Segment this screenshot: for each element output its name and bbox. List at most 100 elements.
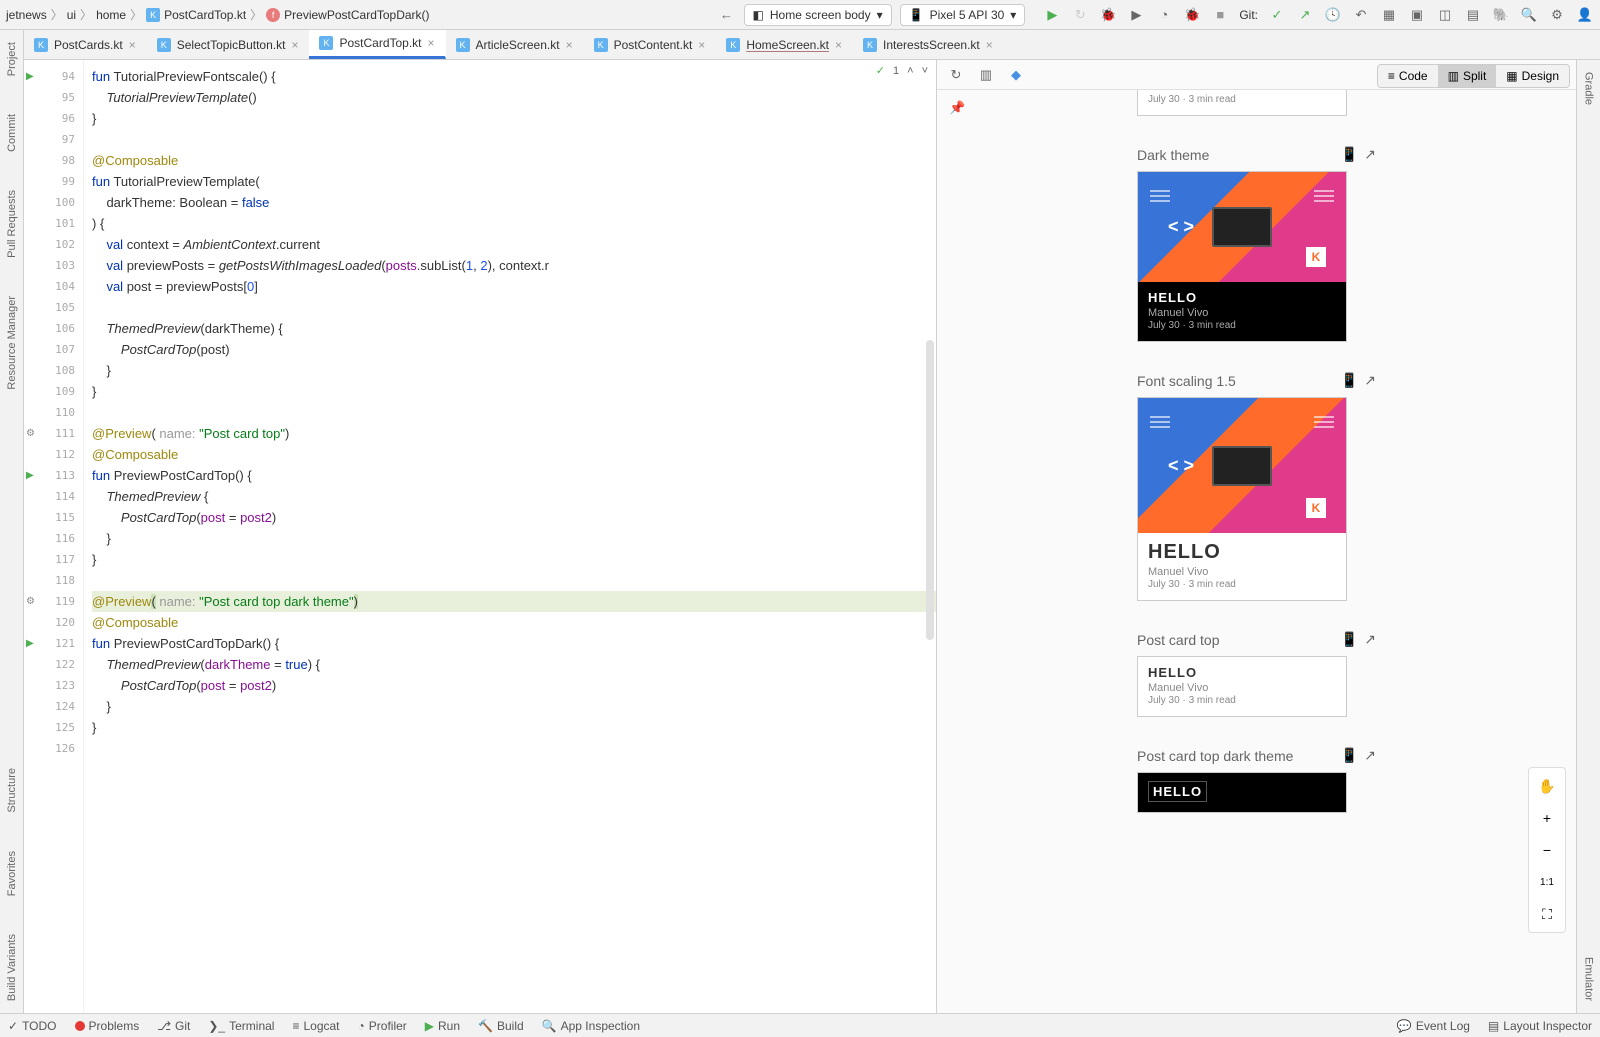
sidebar-commit[interactable]: Commit bbox=[6, 110, 18, 156]
run-config-dropdown[interactable]: ◧ Home screen body ▾ bbox=[744, 4, 892, 26]
code-line[interactable]: val previewPosts = getPostsWithImagesLoa… bbox=[92, 255, 936, 276]
search-icon[interactable]: 🔍 bbox=[1520, 6, 1538, 24]
breadcrumb-item[interactable]: home bbox=[96, 8, 126, 22]
bottom-event-log[interactable]: 💬Event Log bbox=[1397, 1019, 1470, 1033]
breadcrumb-item[interactable]: PreviewPostCardTopDark() bbox=[284, 8, 429, 22]
gutter-line[interactable]: 115 bbox=[24, 507, 83, 528]
code-line[interactable]: val post = previewPosts[0] bbox=[92, 276, 936, 297]
split-mode-button[interactable]: ▥Split bbox=[1438, 65, 1497, 87]
code-line[interactable]: fun TutorialPreviewTemplate( bbox=[92, 171, 936, 192]
code-line[interactable] bbox=[92, 570, 936, 591]
tab-postcontent[interactable]: KPostContent.kt× bbox=[584, 32, 717, 58]
resource-manager-icon[interactable]: ◫ bbox=[1436, 6, 1454, 24]
bottom-profiler[interactable]: ◔Profiler bbox=[358, 1019, 407, 1033]
zoom-fit-icon[interactable]: 1:1 bbox=[1535, 870, 1559, 894]
code-line[interactable]: } bbox=[92, 717, 936, 738]
run-icon[interactable]: ▶ bbox=[1043, 6, 1061, 24]
preview-body[interactable]: Manuel VivoJuly 30 · 3 min readDark them… bbox=[937, 90, 1576, 1013]
code-line[interactable] bbox=[92, 297, 936, 318]
inspection-check-icon[interactable]: ✓ bbox=[876, 64, 885, 77]
rollback-icon[interactable]: ↶ bbox=[1352, 6, 1370, 24]
device-dropdown[interactable]: 📱 Pixel 5 API 30 ▾ bbox=[900, 4, 1026, 26]
gutter-line[interactable]: 95 bbox=[24, 87, 83, 108]
gutter-line[interactable]: 110 bbox=[24, 402, 83, 423]
code-line[interactable]: fun TutorialPreviewFontscale() { bbox=[92, 66, 936, 87]
close-icon[interactable]: × bbox=[986, 38, 993, 52]
debug-icon[interactable]: 🐞 bbox=[1099, 6, 1117, 24]
sidebar-emulator[interactable]: Emulator bbox=[1583, 953, 1595, 1005]
gutter-line[interactable]: 105 bbox=[24, 297, 83, 318]
close-icon[interactable]: × bbox=[835, 38, 842, 52]
avd-manager-icon[interactable]: ▦ bbox=[1380, 6, 1398, 24]
code-line[interactable]: PostCardTop(post) bbox=[92, 339, 936, 360]
code-line[interactable]: fun PreviewPostCardTopDark() { bbox=[92, 633, 936, 654]
gear-gutter-icon[interactable]: ⚙ bbox=[26, 596, 35, 607]
code-line[interactable]: @Composable bbox=[92, 612, 936, 633]
breadcrumb-item[interactable]: jetnews bbox=[6, 8, 47, 22]
gutter-line[interactable]: 120 bbox=[24, 612, 83, 633]
code-line[interactable]: } bbox=[92, 696, 936, 717]
deploy-icon[interactable]: 📱 bbox=[1341, 631, 1358, 648]
close-icon[interactable]: × bbox=[291, 38, 298, 52]
gutter-line[interactable]: 103 bbox=[24, 255, 83, 276]
gutter-line[interactable]: 125 bbox=[24, 717, 83, 738]
sidebar-favorites[interactable]: Favorites bbox=[6, 847, 18, 900]
run-gutter-icon[interactable]: ▶ bbox=[26, 638, 34, 649]
gutter-line[interactable]: 99 bbox=[24, 171, 83, 192]
interactive-icon[interactable]: ↗ bbox=[1364, 146, 1376, 163]
preview-card[interactable]: < >KHELLOManuel VivoJuly 30 · 3 min read bbox=[1137, 171, 1347, 342]
coverage-icon[interactable]: ▶ bbox=[1127, 6, 1145, 24]
deploy-icon[interactable]: 📱 bbox=[1341, 372, 1358, 389]
code-line[interactable]: ) { bbox=[92, 213, 936, 234]
breadcrumb-item[interactable]: PostCardTop.kt bbox=[164, 8, 246, 22]
gutter-line[interactable]: 124 bbox=[24, 696, 83, 717]
code-area[interactable]: fun TutorialPreviewFontscale() { Tutoria… bbox=[84, 60, 936, 1013]
tab-postcardtop[interactable]: KPostCardTop.kt× bbox=[309, 30, 445, 59]
run-gutter-icon[interactable]: ▶ bbox=[26, 71, 34, 82]
interactive-icon[interactable]: ↗ bbox=[1364, 747, 1376, 764]
profile-icon[interactable]: ◔ bbox=[1155, 6, 1173, 24]
code-line[interactable]: TutorialPreviewTemplate() bbox=[92, 87, 936, 108]
gutter-line[interactable]: 106 bbox=[24, 318, 83, 339]
gutter-line[interactable]: ▶94 bbox=[24, 66, 83, 87]
sidebar-project[interactable]: Project bbox=[6, 38, 18, 80]
gutter-line[interactable]: 97 bbox=[24, 129, 83, 150]
preview-card[interactable]: < >KHELLOManuel VivoJuly 30 · 3 min read bbox=[1137, 397, 1347, 601]
gutter-line[interactable]: 117 bbox=[24, 549, 83, 570]
deploy-icon[interactable]: 📱 bbox=[1341, 747, 1358, 764]
code-mode-button[interactable]: ≡Code bbox=[1378, 65, 1438, 87]
code-line[interactable]: val context = AmbientContext.current bbox=[92, 234, 936, 255]
tab-postcards[interactable]: KPostCards.kt× bbox=[24, 32, 147, 58]
settings-icon[interactable]: ⚙ bbox=[1548, 6, 1566, 24]
run-gutter-icon[interactable]: ▶ bbox=[26, 470, 34, 481]
code-line[interactable]: } bbox=[92, 360, 936, 381]
history-icon[interactable]: 🕓 bbox=[1324, 6, 1342, 24]
preview-card[interactable]: Manuel VivoJuly 30 · 3 min read bbox=[1137, 90, 1347, 116]
sidebar-resource-manager[interactable]: Resource Manager bbox=[6, 292, 18, 394]
sidebar-build-variants[interactable]: Build Variants bbox=[6, 930, 18, 1005]
gutter-line[interactable]: 96 bbox=[24, 108, 83, 129]
bottom-build[interactable]: 🔨Build bbox=[478, 1019, 524, 1033]
code-line[interactable]: } bbox=[92, 381, 936, 402]
code-line[interactable]: @Preview( name: "Post card top dark them… bbox=[92, 591, 936, 612]
gutter-line[interactable]: 100 bbox=[24, 192, 83, 213]
deploy-icon[interactable]: 📱 bbox=[1341, 146, 1358, 163]
close-icon[interactable]: × bbox=[428, 36, 435, 50]
sdk-manager-icon[interactable]: ▣ bbox=[1408, 6, 1426, 24]
layout-inspector-icon[interactable]: ▤ bbox=[1464, 6, 1482, 24]
bottom-problems[interactable]: Problems bbox=[75, 1019, 140, 1033]
gutter-line[interactable]: 122 bbox=[24, 654, 83, 675]
gutter-line[interactable]: 126 bbox=[24, 738, 83, 759]
code-line[interactable]: @Composable bbox=[92, 150, 936, 171]
gutter-line[interactable]: 112 bbox=[24, 444, 83, 465]
gutter-line[interactable]: 123 bbox=[24, 675, 83, 696]
gutter-line[interactable]: 98 bbox=[24, 150, 83, 171]
sidebar-gradle[interactable]: Gradle bbox=[1583, 68, 1595, 109]
code-line[interactable]: ThemedPreview(darkTheme = true) { bbox=[92, 654, 936, 675]
design-mode-button[interactable]: ▦Design bbox=[1496, 65, 1569, 87]
chevron-up-icon[interactable]: ˄ bbox=[907, 65, 913, 77]
bottom-terminal[interactable]: ❯_Terminal bbox=[208, 1019, 274, 1033]
code-line[interactable] bbox=[92, 738, 936, 759]
sidebar-pull-requests[interactable]: Pull Requests bbox=[6, 186, 18, 262]
close-icon[interactable]: × bbox=[698, 38, 705, 52]
